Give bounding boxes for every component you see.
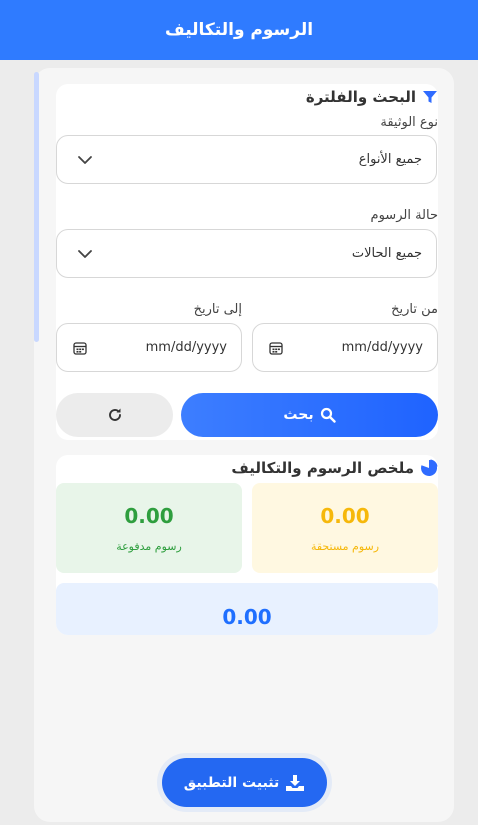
from-date-label: من تاريخ bbox=[391, 302, 438, 317]
calendar-icon bbox=[269, 341, 283, 355]
status-select[interactable]: جميع الحالات bbox=[56, 229, 437, 278]
chevron-down-icon bbox=[77, 249, 93, 259]
doc-type-value: جميع الأنواع bbox=[358, 152, 422, 167]
total-fees-card: 0.00 bbox=[56, 583, 438, 635]
due-fees-card: 0.00 رسوم مستحقة bbox=[252, 483, 438, 573]
summary-header: ملخص الرسوم والتكاليف bbox=[231, 459, 438, 477]
summary-panel: ملخص الرسوم والتكاليف 0.00 رسوم مستحقة 0… bbox=[56, 455, 438, 635]
paid-fees-value: 0.00 bbox=[124, 503, 174, 528]
filter-header: البحث والفلترة bbox=[306, 88, 438, 106]
to-date-input[interactable]: mm/dd/yyyy bbox=[56, 323, 242, 372]
scrollbar[interactable] bbox=[34, 72, 39, 342]
refresh-icon bbox=[107, 407, 123, 423]
search-icon bbox=[320, 407, 336, 423]
filter-icon bbox=[422, 89, 438, 105]
install-app-label: تثبيت التطبيق bbox=[183, 774, 280, 791]
to-date-label: إلى تاريخ bbox=[193, 302, 242, 317]
paid-fees-label: رسوم مدفوعة bbox=[116, 539, 182, 553]
filter-title: البحث والفلترة bbox=[305, 88, 416, 106]
doc-type-label: نوع الوثيقة bbox=[380, 115, 438, 130]
to-date-placeholder: mm/dd/yyyy bbox=[145, 340, 227, 355]
chevron-down-icon bbox=[77, 155, 93, 165]
from-date-placeholder: mm/dd/yyyy bbox=[341, 340, 423, 355]
doc-type-select[interactable]: جميع الأنواع bbox=[56, 135, 437, 184]
due-fees-label: رسوم مستحقة bbox=[310, 539, 380, 553]
status-value: جميع الحالات bbox=[351, 246, 422, 261]
top-bar: الرسوم والتكاليف bbox=[0, 0, 478, 60]
search-button[interactable]: بحث bbox=[181, 393, 438, 437]
search-button-label: بحث bbox=[283, 407, 314, 423]
due-fees-value: 0.00 bbox=[320, 503, 370, 528]
from-date-input[interactable]: mm/dd/yyyy bbox=[252, 323, 438, 372]
download-icon bbox=[285, 774, 305, 792]
status-label: حالة الرسوم bbox=[370, 208, 438, 223]
total-fees-value: 0.00 bbox=[222, 605, 272, 629]
paid-fees-card: 0.00 رسوم مدفوعة bbox=[56, 483, 242, 573]
reset-button[interactable] bbox=[56, 393, 173, 437]
summary-title: ملخص الرسوم والتكاليف bbox=[231, 459, 414, 477]
pie-chart-icon bbox=[420, 459, 438, 477]
page-title: الرسوم والتكاليف bbox=[164, 20, 314, 40]
calendar-icon bbox=[73, 341, 87, 355]
filter-panel: البحث والفلترة نوع الوثيقة جميع الأنواع … bbox=[56, 84, 438, 440]
install-app-button[interactable]: تثبيت التطبيق bbox=[162, 758, 327, 807]
